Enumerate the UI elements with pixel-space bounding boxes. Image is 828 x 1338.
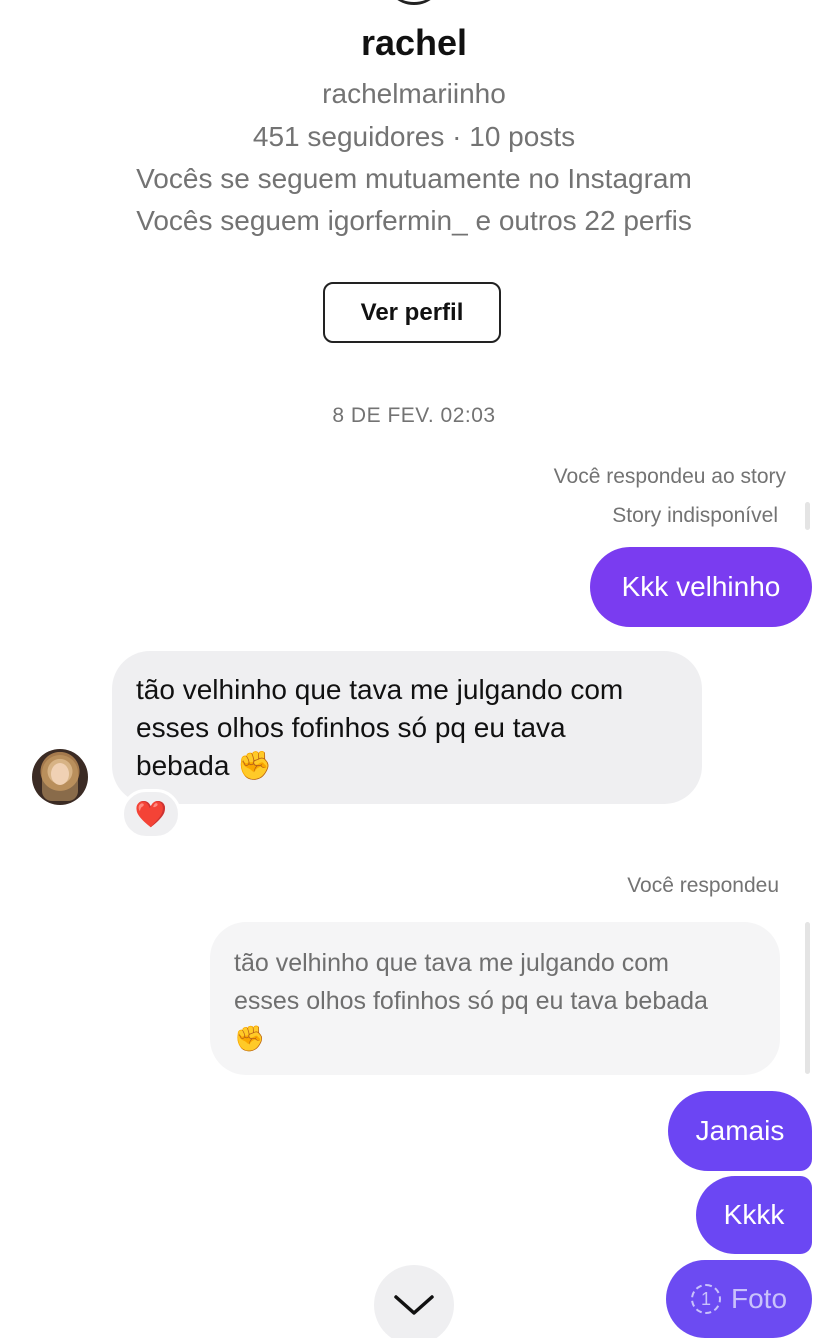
- story-reply-label: Você respondeu ao story: [553, 465, 786, 488]
- quoted-message-bubble[interactable]: tão velhinho que tava me julgando com es…: [210, 922, 780, 1075]
- view-once-photo-bubble[interactable]: 1 Foto: [666, 1260, 812, 1338]
- quote-bar: [805, 922, 810, 1074]
- reply-label: Você respondeu: [627, 874, 779, 897]
- quoted-message-line: ✊: [234, 1025, 266, 1053]
- outgoing-message-bubble[interactable]: Jamais: [668, 1091, 812, 1171]
- chat-screen: rachel rachelmariinho 451 seguidores · 1…: [0, 0, 828, 1338]
- view-once-photo-label: Foto: [730, 1283, 788, 1314]
- chevron-down-icon: [394, 1295, 434, 1315]
- incoming-message-line: esses olhos fofinhos só pq eu tava: [136, 712, 566, 743]
- profile-name: rachel: [360, 22, 468, 63]
- avatar-face: [51, 763, 69, 785]
- view-once-icon: 1: [690, 1284, 721, 1314]
- incoming-message-line: bebada ✊: [136, 750, 273, 781]
- outgoing-message-bubble[interactable]: Kkk velhinho: [590, 547, 812, 627]
- quoted-message-line: esses olhos fofinhos só pq eu tava bebad…: [234, 987, 708, 1015]
- incoming-message-bubble[interactable]: tão velhinho que tava me julgando com es…: [112, 651, 702, 804]
- scroll-to-bottom-button[interactable]: [374, 1265, 454, 1338]
- profile-username: rachelmariinho: [322, 78, 506, 109]
- outgoing-message-bubble[interactable]: Kkkk: [696, 1176, 812, 1254]
- followed-by-text: Vocês seguem igorfermin_ e outros 22 per…: [136, 205, 692, 236]
- avatar[interactable]: [32, 749, 88, 805]
- story-preview-bar: [805, 502, 810, 530]
- view-profile-button[interactable]: Ver perfil: [323, 282, 501, 343]
- profile-photo-edge: [384, 0, 444, 5]
- quoted-message-line: tão velhinho que tava me julgando com: [234, 949, 670, 977]
- incoming-message-line: tão velhinho que tava me julgando com: [136, 674, 624, 705]
- heart-reaction[interactable]: ❤️: [121, 789, 181, 839]
- conversation-timestamp: 8 DE FEV. 02:03: [332, 404, 496, 427]
- mutual-follow-text: Vocês se seguem mutuamente no Instagram: [136, 163, 692, 194]
- story-unavailable-text[interactable]: Story indisponível: [612, 504, 778, 528]
- profile-stats: 451 seguidores · 10 posts: [252, 121, 576, 152]
